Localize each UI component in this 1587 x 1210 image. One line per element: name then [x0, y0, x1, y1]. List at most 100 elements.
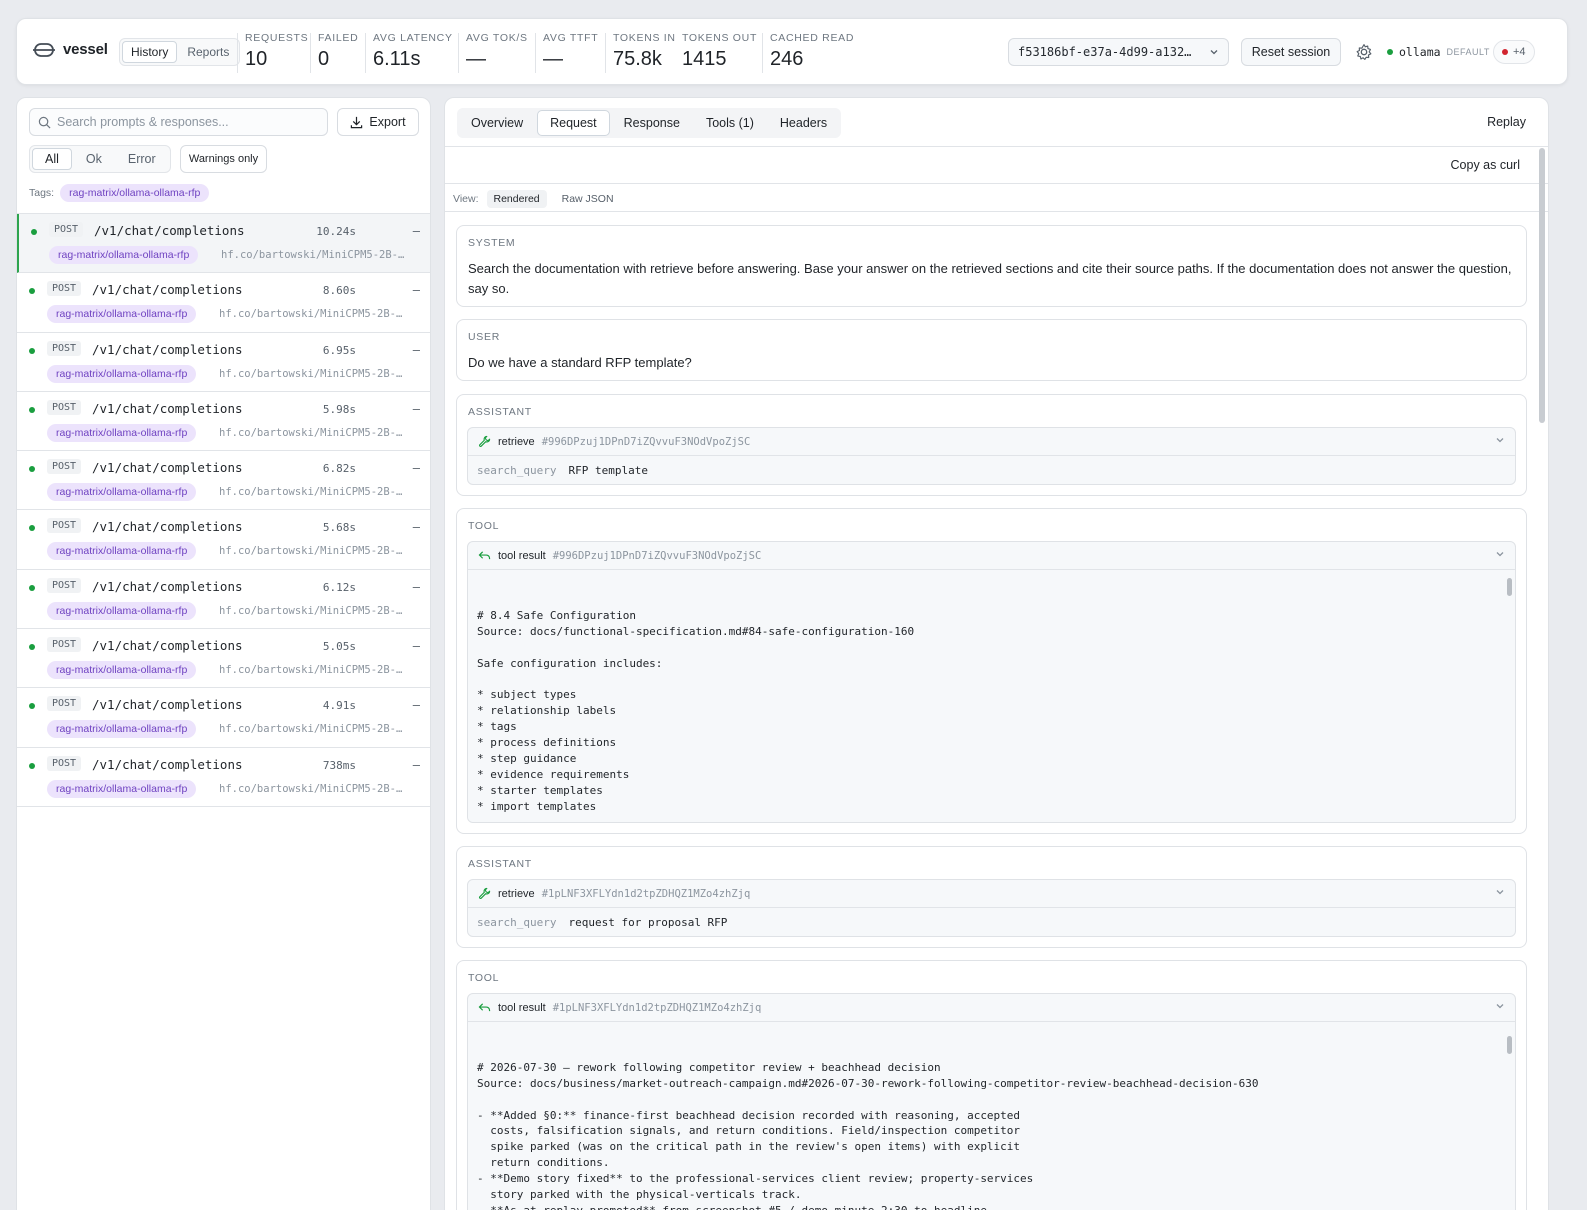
- request-path: /v1/chat/completions: [92, 341, 243, 357]
- tab-overview[interactable]: Overview: [459, 110, 535, 136]
- request-tag[interactable]: rag-matrix/ollama-ollama-rfp: [47, 305, 197, 324]
- request-tag[interactable]: rag-matrix/ollama-ollama-rfp: [47, 542, 197, 561]
- more-providers-badge[interactable]: +4: [1493, 40, 1535, 64]
- request-path: /v1/chat/completions: [92, 638, 243, 654]
- nav-history[interactable]: History: [122, 41, 178, 63]
- request-path: /v1/chat/completions: [92, 578, 243, 594]
- tool-result-header[interactable]: tool result #996DPzuj1DPnD7iZQvvuF3NOdVp…: [468, 542, 1515, 570]
- chevron-down-icon[interactable]: [1495, 1001, 1505, 1011]
- tool-message: TOOL tool result #1pLNF3XFLYdn1d2tpZDHQZ…: [456, 960, 1527, 1210]
- role-label: TOOL: [468, 520, 500, 532]
- request-row[interactable]: POST/v1/chat/completions 6.95s – rag-matrix…: [17, 333, 430, 392]
- divider: [365, 33, 366, 73]
- request-tag[interactable]: rag-matrix/ollama-ollama-rfp: [49, 246, 199, 264]
- status-dot: [29, 644, 35, 651]
- tool-result-label: tool result: [498, 1001, 546, 1014]
- tab-headers[interactable]: Headers: [768, 110, 839, 136]
- search-box[interactable]: [29, 108, 328, 136]
- request-tag[interactable]: rag-matrix/ollama-ollama-rfp: [47, 720, 197, 739]
- provider-name: ollama: [1399, 45, 1441, 59]
- tool-result-text: # 2026-07-30 — rework following competit…: [477, 1060, 1259, 1210]
- role-label: TOOL: [468, 972, 500, 984]
- scrollbar[interactable]: [1539, 148, 1545, 423]
- request-tag[interactable]: rag-matrix/ollama-ollama-rfp: [47, 423, 197, 442]
- metric-label: REQUESTS: [245, 32, 309, 44]
- request-row[interactable]: POST/v1/chat/completions 5.98s – rag-matrix…: [17, 392, 430, 452]
- export-button[interactable]: Export: [337, 108, 419, 136]
- view-raw-json[interactable]: Raw JSON: [555, 190, 621, 208]
- role-label: SYSTEM: [468, 237, 516, 249]
- request-tag[interactable]: rag-matrix/ollama-ollama-rfp: [47, 601, 197, 620]
- chevron-down-icon[interactable]: [1495, 435, 1505, 445]
- view-rendered[interactable]: Rendered: [486, 190, 547, 208]
- status-dot: [1387, 49, 1393, 55]
- request-tag[interactable]: rag-matrix/ollama-ollama-rfp: [47, 779, 197, 798]
- filter-all[interactable]: All: [32, 148, 72, 170]
- request-row[interactable]: POST/v1/chat/completions 6.12s – rag-matrix…: [17, 570, 430, 630]
- scrollbar[interactable]: [1507, 578, 1512, 596]
- chevron-down-icon[interactable]: [1495, 549, 1505, 559]
- request-model: hf.co/bartowski/MiniCPM5-2B-…: [219, 545, 403, 558]
- copy-as-curl-button[interactable]: Copy as curl: [1451, 158, 1520, 172]
- warnings-only-button[interactable]: Warnings only: [180, 145, 267, 173]
- request-tag[interactable]: rag-matrix/ollama-ollama-rfp: [47, 661, 197, 680]
- filter-ok[interactable]: Ok: [74, 148, 114, 170]
- divider: [237, 33, 238, 73]
- status-filter: All Ok Error: [29, 145, 171, 173]
- request-path: /v1/chat/completions: [92, 282, 243, 298]
- request-tag[interactable]: rag-matrix/ollama-ollama-rfp: [47, 364, 197, 383]
- detail-panel: Overview Request Response Tools (1) Head…: [444, 97, 1549, 1210]
- nav-reports[interactable]: Reports: [179, 41, 237, 63]
- session-select[interactable]: f53186bf-e37a-4d99-a132…: [1008, 38, 1229, 66]
- request-duration: 5.05s: [322, 640, 356, 654]
- request-row[interactable]: POST/v1/chat/completions 5.68s – rag-matrix…: [17, 510, 430, 570]
- role-label: ASSISTANT: [468, 406, 532, 418]
- request-row[interactable]: POST/v1/chat/completions 8.60s – rag-matrix…: [17, 273, 430, 333]
- request-row[interactable]: POST/v1/chat/completions 738ms – rag-matrix…: [17, 748, 430, 807]
- request-tag[interactable]: rag-matrix/ollama-ollama-rfp: [47, 483, 197, 502]
- tool-call-header[interactable]: retrieve #996DPzuj1DPnD7iZQvvuF3NOdVpoZj…: [468, 428, 1515, 456]
- http-method: POST: [49, 222, 84, 237]
- status-dot: [29, 406, 35, 413]
- search-input[interactable]: [57, 115, 307, 129]
- metric-label: TOKENS OUT: [682, 32, 758, 44]
- reply-arrow-icon: [478, 551, 491, 560]
- request-row[interactable]: POST/v1/chat/completions 5.05s – rag-matrix…: [17, 629, 430, 689]
- tab-request[interactable]: Request: [537, 110, 610, 136]
- view-toggle: View: Rendered Raw JSON: [453, 190, 621, 208]
- request-path: /v1/chat/completions: [94, 223, 245, 238]
- export-label: Export: [369, 115, 406, 129]
- http-method: POST: [47, 755, 82, 771]
- chevron-down-icon: [1210, 50, 1218, 55]
- tab-tools[interactable]: Tools (1): [694, 110, 766, 136]
- metric-value: 75.8k: [613, 48, 662, 70]
- metric-value: —: [543, 48, 563, 70]
- tag-chip[interactable]: rag-matrix/ollama-ollama-rfp: [60, 184, 210, 202]
- tool-call-args: search_query request for proposal RFP: [468, 908, 1515, 936]
- gear-icon[interactable]: [1355, 43, 1373, 61]
- request-status: –: [412, 520, 420, 535]
- metric-value: 1415: [682, 48, 727, 70]
- tool-call-header[interactable]: retrieve #1pLNF3XFLYdn1d2tpZDHQZ1MZo4zhZ…: [468, 880, 1515, 908]
- provider-badge: DEFAULT: [1446, 47, 1490, 57]
- assistant-message: ASSISTANT retrieve #996DPzuj1DPnD7iZQvvu…: [456, 394, 1527, 496]
- request-duration: 738ms: [322, 758, 356, 772]
- reset-session-button[interactable]: Reset session: [1241, 38, 1341, 66]
- metric-value: —: [466, 48, 486, 70]
- request-row[interactable]: POST/v1/chat/completions 10.24s – rag-matri…: [17, 214, 430, 274]
- tool-result-header[interactable]: tool result #1pLNF3XFLYdn1d2tpZDHQZ1MZo4…: [468, 994, 1515, 1022]
- request-row[interactable]: POST/v1/chat/completions 4.91s – rag-matrix…: [17, 688, 430, 748]
- request-row[interactable]: POST/v1/chat/completions 6.82s – rag-matrix…: [17, 451, 430, 511]
- metric-tokens-out: TOKENS OUT 1415: [682, 32, 757, 71]
- filter-error[interactable]: Error: [116, 148, 168, 170]
- divider: [445, 183, 1548, 184]
- scrollbar[interactable]: [1507, 1036, 1512, 1054]
- request-duration: 5.98s: [322, 402, 356, 416]
- chevron-down-icon[interactable]: [1495, 887, 1505, 897]
- provider-indicator[interactable]: ollama DEFAULT: [1387, 45, 1490, 59]
- system-message: SYSTEM Search the documentation with ret…: [456, 225, 1527, 307]
- http-method: POST: [47, 281, 82, 297]
- replay-button[interactable]: Replay: [1487, 115, 1526, 129]
- tab-response[interactable]: Response: [612, 110, 692, 136]
- top-bar: vessel History Reports REQUESTS 10 FAILE…: [16, 18, 1568, 85]
